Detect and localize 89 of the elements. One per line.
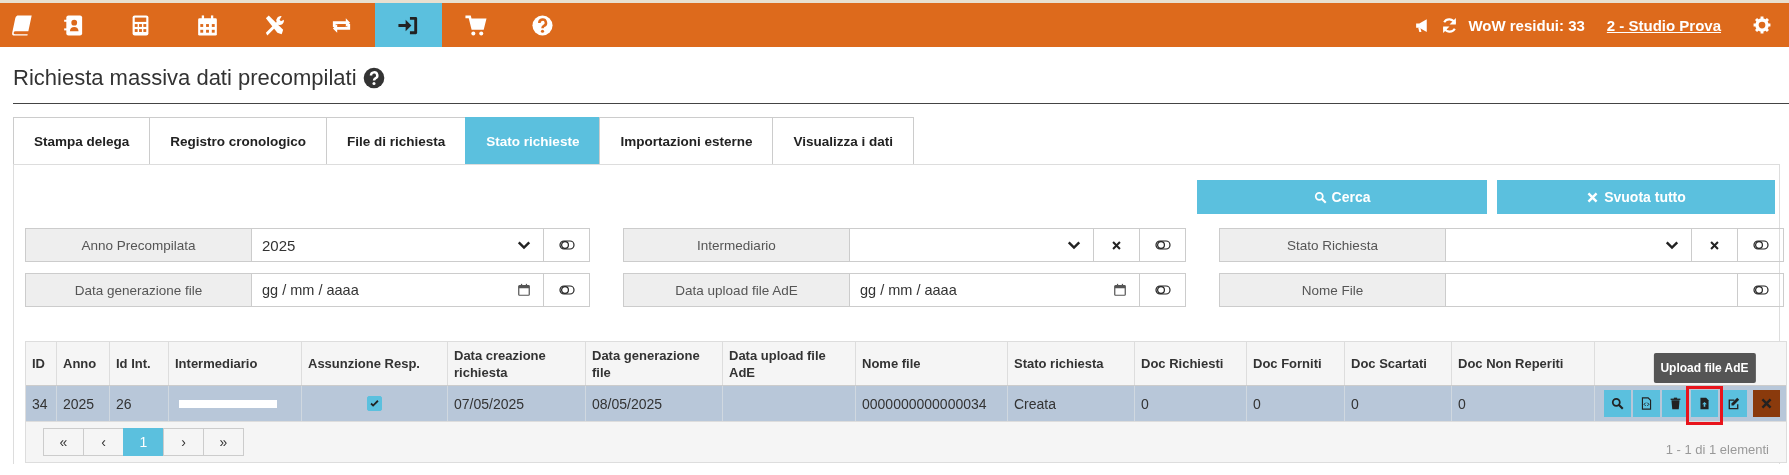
address-book-icon <box>62 13 85 37</box>
column-header[interactable]: Anno <box>63 355 97 372</box>
column-header[interactable]: Stato richiesta <box>1014 355 1104 372</box>
select-field[interactable]: 2025 <box>252 228 543 262</box>
magnifier-icon <box>1611 397 1624 410</box>
table-cell: 0 <box>1253 395 1261 412</box>
toggle-button[interactable] <box>1737 273 1784 307</box>
settings-icon <box>1753 16 1771 34</box>
toggle-button[interactable] <box>1737 228 1784 262</box>
filter-label: Intermediario <box>623 228 850 262</box>
page-button[interactable]: ‹ <box>83 428 124 456</box>
code-file-icon <box>1640 397 1653 410</box>
clear-button[interactable] <box>1691 228 1737 262</box>
table-cell: 2025 <box>63 395 95 412</box>
table-cell: 0 <box>1141 395 1149 412</box>
close-icon <box>1760 397 1773 410</box>
table-cell: 07/05/2025 <box>454 395 525 412</box>
results-summary: 1 - 1 di 1 elementi <box>1665 441 1769 457</box>
calendar-icon <box>1113 283 1127 297</box>
code-button[interactable] <box>1633 390 1660 417</box>
column-header[interactable]: Doc Richiesti <box>1141 355 1224 372</box>
trash-icon <box>1669 397 1682 410</box>
toggle-button[interactable] <box>1139 228 1186 262</box>
credits-counter: WoW residui: 33 <box>1468 16 1585 34</box>
table-cell: 08/05/2025 <box>592 395 663 412</box>
column-header[interactable]: Doc Forniti <box>1253 355 1322 372</box>
column-header[interactable]: ID <box>32 355 45 372</box>
tools-icon <box>263 13 286 37</box>
toggle-icon <box>558 282 575 298</box>
column-header[interactable]: Data generazione file <box>592 346 716 381</box>
filter-label: Stato Richiesta <box>1219 228 1446 262</box>
upload-button[interactable] <box>1691 390 1718 417</box>
check-icon <box>369 398 380 409</box>
column-header[interactable]: Nome file <box>862 355 921 372</box>
column-header[interactable]: Intermediario <box>175 355 258 372</box>
filter-label: Anno Precompilata <box>25 228 252 262</box>
select-field[interactable] <box>850 228 1093 262</box>
close-icon <box>1586 190 1600 204</box>
tab[interactable]: Importazioni esterne <box>599 117 774 164</box>
text-field[interactable] <box>1446 273 1737 307</box>
calendar-icon <box>196 13 219 37</box>
column-header[interactable]: Data upload file AdE <box>729 346 849 381</box>
help-icon[interactable] <box>362 67 385 89</box>
page-title: Richiesta massiva dati precompilati <box>13 65 357 91</box>
table-row[interactable]: 34 2025 26 07/05/2025 08/05/2025 0000000000000034 Creata 0 0 0 0 <box>26 385 1786 421</box>
page-button[interactable]: « <box>43 428 84 456</box>
checkbox[interactable] <box>367 396 382 411</box>
toggle-icon <box>558 237 575 253</box>
column-header[interactable]: Data creazione richiesta <box>454 346 579 381</box>
toggle-button[interactable] <box>1139 273 1186 307</box>
column-header[interactable]: Assunzione Resp. <box>308 355 420 372</box>
cart-icon <box>464 13 487 37</box>
toolbar-button[interactable] <box>375 3 442 47</box>
toggle-icon <box>1752 282 1769 298</box>
toggle-button[interactable] <box>543 273 590 307</box>
table-cell: 0 <box>1458 395 1466 412</box>
clear-button[interactable] <box>1093 228 1139 262</box>
file-upload-icon <box>1698 397 1711 410</box>
table-cell: Creata <box>1014 395 1057 412</box>
table-cell: 0000000000000034 <box>862 395 987 412</box>
table-cell: 34 <box>32 395 48 412</box>
page-button[interactable]: » <box>203 428 244 456</box>
refresh-icon <box>1441 16 1459 34</box>
close-icon <box>1111 239 1122 251</box>
tooltip: Upload file AdE <box>1653 353 1756 383</box>
tab[interactable]: Stampa delega <box>13 117 151 164</box>
toggle-icon <box>1752 237 1769 253</box>
help-icon <box>531 13 554 37</box>
date-field[interactable]: gg / mm / aaaa <box>850 273 1139 307</box>
table-cell: 26 <box>116 395 132 412</box>
toggle-icon <box>1154 282 1171 298</box>
date-field[interactable]: gg / mm / aaaa <box>252 273 543 307</box>
toggle-icon <box>1154 237 1171 253</box>
filter-label: Nome File <box>1219 273 1446 307</box>
filter-label: Data upload file AdE <box>623 273 850 307</box>
tab[interactable]: Visualizza i dati <box>772 117 914 164</box>
edit-icon <box>1727 397 1740 410</box>
column-header[interactable]: Id Int. <box>116 355 151 372</box>
search-icon <box>1313 190 1327 204</box>
column-header[interactable]: Doc Non Reperiti <box>1458 355 1564 372</box>
toggle-button[interactable] <box>543 228 590 262</box>
close-icon <box>1709 239 1720 251</box>
filter-label: Data generazione file <box>25 273 252 307</box>
page-button[interactable]: › <box>163 428 204 456</box>
column-header[interactable]: Doc Scartati <box>1351 355 1427 372</box>
view-button[interactable] <box>1604 390 1631 417</box>
table-cell: 0 <box>1351 395 1359 412</box>
calendar-icon <box>517 283 531 297</box>
select-field[interactable] <box>1446 228 1691 262</box>
